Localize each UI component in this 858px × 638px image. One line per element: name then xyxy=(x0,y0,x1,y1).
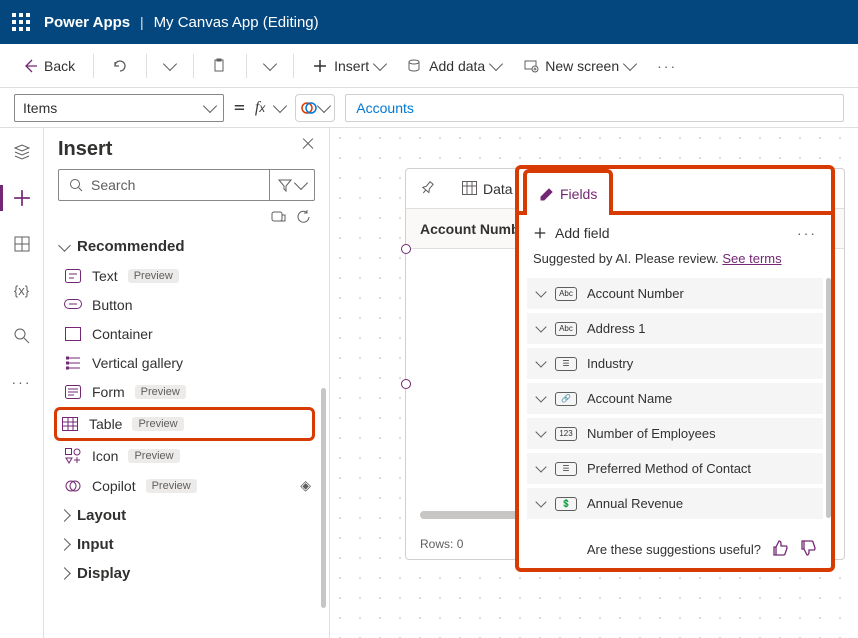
back-button[interactable]: Back xyxy=(14,52,83,80)
field-account-name[interactable]: 🔗Account Name xyxy=(527,383,823,414)
collapse-icon[interactable] xyxy=(271,209,286,224)
overflow-button[interactable]: ··· xyxy=(649,52,685,80)
thumbs-down-icon[interactable] xyxy=(799,539,817,560)
copilot-icon xyxy=(65,478,81,494)
app-launcher-icon[interactable] xyxy=(12,13,30,31)
grid-icon xyxy=(13,235,31,253)
field-account-number[interactable]: AbcAccount Number xyxy=(527,278,823,309)
shapes-icon xyxy=(65,448,81,464)
table-icon xyxy=(62,417,78,431)
form-icon xyxy=(65,385,81,399)
insert-title: Insert xyxy=(58,138,112,161)
insert-scrollbar[interactable] xyxy=(321,388,326,608)
insert-table[interactable]: Table Preview xyxy=(54,407,315,441)
insert-text[interactable]: Text Preview xyxy=(58,262,315,290)
filter-icon xyxy=(278,178,292,192)
insert-icon[interactable]: Icon Preview xyxy=(58,442,315,470)
field-preferred-contact[interactable]: ☰Preferred Method of Contact xyxy=(527,453,823,484)
screen-icon xyxy=(523,58,539,74)
button-icon xyxy=(64,299,82,311)
section-input[interactable]: Input xyxy=(58,530,315,559)
canvas[interactable]: Data Account Number Rows: 0 Fields xyxy=(330,128,858,638)
insert-panel: Insert Search Recommended Text Preview xyxy=(44,128,330,638)
command-bar: Back Insert Add data New screen ··· xyxy=(0,44,858,88)
thumbs-up-icon[interactable] xyxy=(771,539,789,560)
undo-split[interactable] xyxy=(157,57,183,75)
app-title: Power Apps | My Canvas App (Editing) xyxy=(44,14,319,31)
rail-overflow[interactable]: ··· xyxy=(6,366,38,398)
undo-icon xyxy=(112,58,128,74)
rail-search[interactable] xyxy=(6,320,38,352)
new-screen-button[interactable]: New screen xyxy=(515,52,643,80)
refresh-icon[interactable] xyxy=(296,209,311,224)
plus-icon xyxy=(13,189,31,207)
container-icon xyxy=(65,327,81,341)
insert-search[interactable]: Search xyxy=(58,169,315,201)
fields-panel: Fields Add field ··· Suggested by AI. Pl… xyxy=(515,165,835,572)
rail-data[interactable] xyxy=(6,228,38,260)
section-recommended[interactable]: Recommended xyxy=(58,232,315,261)
paste-button[interactable] xyxy=(204,52,236,80)
copilot-icon xyxy=(301,100,317,116)
search-icon xyxy=(13,327,31,345)
insert-vertical-gallery[interactable]: Vertical gallery xyxy=(58,349,315,377)
section-layout[interactable]: Layout xyxy=(58,501,315,530)
add-data-button[interactable]: Add data xyxy=(399,52,509,80)
insert-container[interactable]: Container xyxy=(58,320,315,348)
text-icon xyxy=(65,269,81,283)
data-icon xyxy=(407,58,423,74)
search-icon xyxy=(69,178,83,192)
field-annual-revenue[interactable]: 💲Annual Revenue xyxy=(527,488,823,519)
equals-icon: = xyxy=(234,97,245,118)
close-icon[interactable] xyxy=(301,143,315,157)
insert-copilot[interactable]: Copilot Preview ◈ xyxy=(58,471,315,500)
feedback-label: Are these suggestions useful? xyxy=(587,542,761,557)
pin-icon xyxy=(417,177,437,197)
field-industry[interactable]: ☰Industry xyxy=(527,348,823,379)
plus-icon xyxy=(312,58,328,74)
formula-input[interactable]: Accounts xyxy=(345,94,844,122)
field-num-employees[interactable]: 123Number of Employees xyxy=(527,418,823,449)
back-arrow-icon xyxy=(22,58,38,74)
edit-icon xyxy=(539,187,554,202)
gallery-icon xyxy=(65,356,81,370)
undo-button[interactable] xyxy=(104,52,136,80)
fx-dropdown[interactable] xyxy=(273,98,287,112)
formula-bar: Items = fx Accounts xyxy=(0,88,858,128)
paste-split[interactable] xyxy=(257,57,283,75)
layers-icon xyxy=(13,143,31,161)
copilot-formula-button[interactable] xyxy=(295,94,335,122)
rail-variables[interactable]: {x} xyxy=(6,274,38,306)
fields-overflow[interactable]: ··· xyxy=(797,225,817,241)
plus-icon xyxy=(533,226,547,240)
property-selector[interactable]: Items xyxy=(14,94,224,122)
premium-icon: ◈ xyxy=(300,477,311,494)
clipboard-icon xyxy=(212,58,228,74)
table-icon xyxy=(462,181,477,196)
insert-button[interactable]: Insert xyxy=(304,52,393,80)
left-rail: {x} ··· xyxy=(0,128,44,638)
title-bar: Power Apps | My Canvas App (Editing) xyxy=(0,0,858,44)
see-terms-link[interactable]: See terms xyxy=(722,251,781,266)
rows-label: Rows: xyxy=(420,537,453,551)
add-field-button[interactable]: Add field xyxy=(533,225,609,241)
rail-tree-view[interactable] xyxy=(6,136,38,168)
insert-button[interactable]: Button xyxy=(58,291,315,319)
insert-form[interactable]: Form Preview xyxy=(58,378,315,406)
tab-fields[interactable]: Fields xyxy=(523,169,613,215)
section-display[interactable]: Display xyxy=(58,559,315,588)
insert-filter[interactable] xyxy=(269,170,314,200)
rail-insert[interactable] xyxy=(6,182,38,214)
fx-icon: fx xyxy=(255,99,265,117)
rows-count: 0 xyxy=(457,537,464,551)
ai-suggestion-note: Suggested by AI. Please review. See term… xyxy=(519,251,831,274)
field-address-1[interactable]: AbcAddress 1 xyxy=(527,313,823,344)
pin-button[interactable] xyxy=(406,169,448,208)
